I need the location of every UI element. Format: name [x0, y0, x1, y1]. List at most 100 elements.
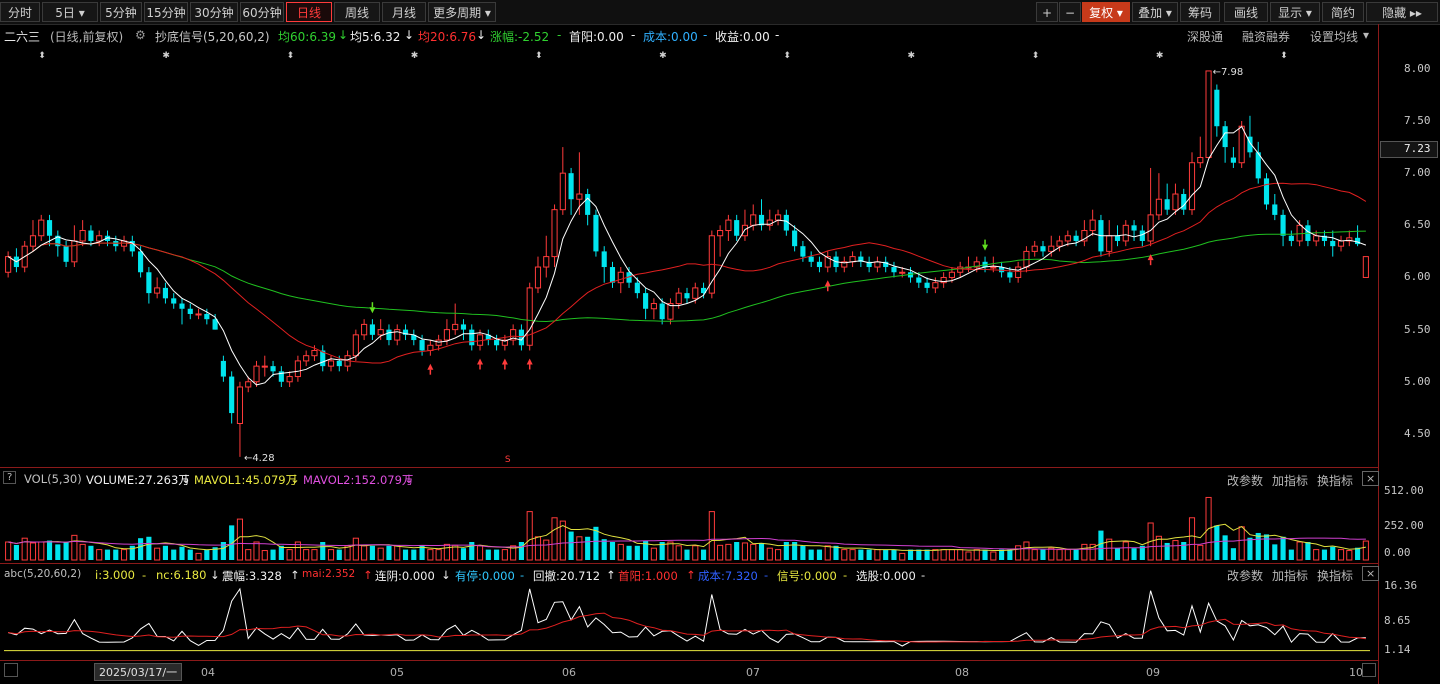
scroll-left-handle[interactable] [4, 663, 18, 677]
event-marker-icon: ⬍ [38, 51, 46, 61]
volume-bar [494, 549, 500, 560]
candle-body [849, 256, 856, 263]
volume-bar [874, 549, 881, 561]
candle-body [585, 194, 591, 215]
candle-body [643, 293, 649, 309]
volume-bar [476, 545, 484, 561]
month-label: 08 [955, 666, 969, 679]
candle-body [88, 230, 94, 241]
event-marker-icon: ⬍ [287, 51, 295, 61]
volume-bar [700, 549, 707, 560]
volume-bar [1172, 540, 1179, 561]
volume-bar [526, 511, 533, 561]
volume-bar [236, 518, 244, 561]
month-label: 04 [201, 666, 215, 679]
abc-axis-label: 8.65 [1384, 614, 1411, 627]
candle-body [692, 287, 699, 299]
candle-body [1164, 199, 1170, 210]
volume-bar [113, 549, 119, 560]
candle-body [294, 360, 301, 378]
signal-up-arrow [427, 363, 434, 370]
volume-bar [1296, 541, 1303, 561]
volume-bar [311, 549, 318, 561]
candle-body [659, 303, 665, 320]
candle-body [327, 360, 335, 367]
volume-bar [162, 545, 169, 560]
volume-bar [1288, 549, 1294, 560]
volume-bar [518, 542, 524, 560]
candle-body [1155, 198, 1162, 216]
candle-body [71, 240, 78, 263]
candle-body [154, 287, 161, 294]
price-axis-label: 6.50 [1404, 218, 1431, 232]
volume-bar [427, 549, 434, 561]
volume-bar [741, 542, 749, 561]
candle-body [543, 256, 550, 268]
vol-axis-label: 512.00 [1384, 484, 1424, 497]
volume-bar [899, 552, 906, 561]
candle-body [1031, 245, 1038, 252]
volume-bar [916, 549, 922, 560]
candle-body [162, 287, 169, 299]
volume-bar [1048, 547, 1055, 561]
candle-body [1205, 70, 1212, 159]
candle-body [494, 340, 500, 346]
price-axis-label: 6.00 [1404, 270, 1431, 284]
candle-body [1122, 224, 1129, 242]
mai-line [8, 612, 1366, 643]
candle-body [138, 251, 144, 273]
volume-bar [858, 549, 864, 560]
candle-body [675, 292, 682, 305]
candle-body [394, 329, 401, 341]
volume-bar [79, 543, 86, 561]
volume-bar [982, 549, 988, 560]
volume-bar [146, 536, 152, 560]
volume-bar [824, 545, 831, 561]
volume-bar [179, 546, 185, 560]
price-axis-label: 5.50 [1404, 322, 1431, 336]
candle-body [1114, 235, 1121, 241]
candle-body [63, 246, 69, 262]
vol-axis-label: 0.00 [1384, 546, 1411, 559]
volume-bar [626, 545, 632, 560]
scroll-right-handle[interactable] [1362, 663, 1376, 677]
volume-bar [352, 537, 359, 561]
volume-bar [1098, 530, 1104, 560]
volume-bar [601, 539, 607, 560]
volume-bar [1040, 549, 1046, 560]
mavol2-line [8, 537, 1366, 550]
event-marker-icon: ✱ [1156, 51, 1164, 61]
candle-body [245, 381, 252, 388]
candle-body [1362, 256, 1369, 278]
abc-axis-label: 16.36 [1384, 579, 1418, 592]
volume-bar [849, 549, 856, 561]
volume-bar [957, 549, 964, 561]
candle-body [187, 308, 193, 314]
price-axis-label: 4.50 [1404, 426, 1431, 440]
event-marker-icon: ✱ [162, 51, 170, 61]
volume-bar [327, 549, 335, 561]
volume-bar [568, 531, 574, 560]
volume-bar [120, 549, 128, 561]
volume-bar [576, 536, 583, 561]
volume-bar [883, 549, 889, 560]
volume-bar [965, 551, 972, 561]
sell-signal-mark: S [505, 455, 511, 465]
candle-body [1230, 157, 1236, 163]
candle-body [534, 266, 542, 289]
volume-bar [1263, 534, 1270, 560]
price-axis-label: 7.00 [1404, 166, 1431, 180]
volume-bar [1337, 549, 1345, 561]
signal-down-arrow [369, 307, 376, 314]
volume-bar [609, 542, 616, 560]
candle-body [1197, 157, 1204, 164]
kline-chart[interactable]: ←7.98 ←4.28 S ⬍ ✱ ⬍ ✱ ⬍ ✱ ⬍ ✱ ⬍ ✱ ⬍ [0, 0, 1378, 660]
candle-body [725, 219, 732, 232]
candle-body [609, 267, 616, 283]
volume-bar [1305, 542, 1311, 560]
volume-bar [940, 549, 947, 561]
candle-body [460, 324, 467, 330]
volume-bar [543, 539, 550, 561]
volume-bar [1015, 545, 1022, 561]
volume-bar [808, 549, 814, 560]
